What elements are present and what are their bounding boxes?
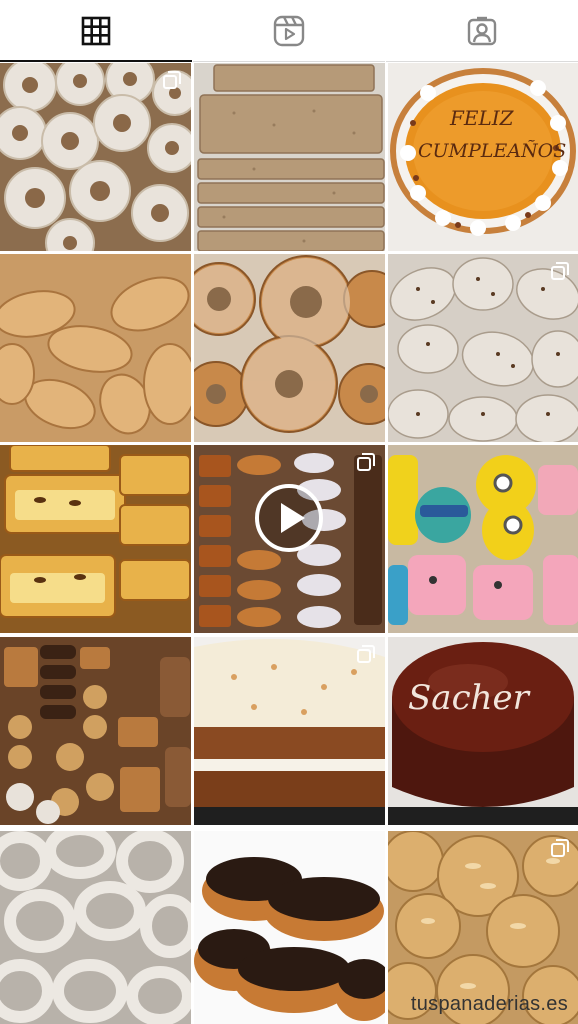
post-chocolate-croissants[interactable] [388,254,578,442]
carousel-icon [357,645,375,663]
post-photo [0,254,191,442]
post-photo [388,445,578,633]
post-photo: Sacher [388,637,578,825]
post-chocolate-eclairs[interactable] [194,831,385,1024]
carousel-icon [551,262,569,280]
posts-grid: FELIZ CUMPLEAÑOS Sacher [0,63,578,1024]
post-photo: FELIZ CUMPLEAÑOS [388,63,578,251]
cake-text: CUMPLEAÑOS [418,139,566,162]
carousel-icon [357,453,375,471]
post-photo [0,637,191,825]
post-carrot-cake[interactable] [194,637,385,825]
profile-tab-bar [0,0,578,62]
tagged-icon [467,16,497,46]
carousel-icon [551,839,569,857]
post-photo [0,831,191,1024]
cake-text: FELIZ [449,106,515,130]
tab-reels[interactable] [193,0,385,62]
post-photo [194,637,385,825]
tab-indicator [0,60,192,62]
post-biscuit-bars[interactable] [194,63,385,251]
watermark: tuspanaderias.es [410,993,568,1015]
post-assorted-pastries-video[interactable] [194,445,385,633]
post-sacher-cake[interactable]: Sacher [388,637,578,825]
post-photo [194,831,385,1024]
tab-posts-grid[interactable] [0,0,192,62]
post-croissants[interactable] [0,254,191,442]
post-photo [0,445,191,633]
tab-tagged[interactable] [386,0,578,62]
post-birthday-cake[interactable]: FELIZ CUMPLEAÑOS [388,63,578,251]
post-photo [194,254,385,442]
post-mini-pastries[interactable] [0,637,191,825]
post-sugar-donuts[interactable] [194,254,385,442]
tab-divider [386,61,578,62]
post-photo [194,63,385,251]
play-icon[interactable] [254,483,324,553]
post-rosquillas[interactable] [0,63,191,251]
cake-text: Sacher [408,678,531,718]
reels-icon [273,15,305,47]
post-character-cookies[interactable] [388,445,578,633]
carousel-icon [163,71,181,89]
post-custard-pastries[interactable] [0,445,191,633]
post-photo [0,63,191,251]
tab-divider [193,61,385,62]
grid-icon [81,16,111,46]
post-glazed-rings[interactable] [0,831,191,1024]
post-photo [388,254,578,442]
